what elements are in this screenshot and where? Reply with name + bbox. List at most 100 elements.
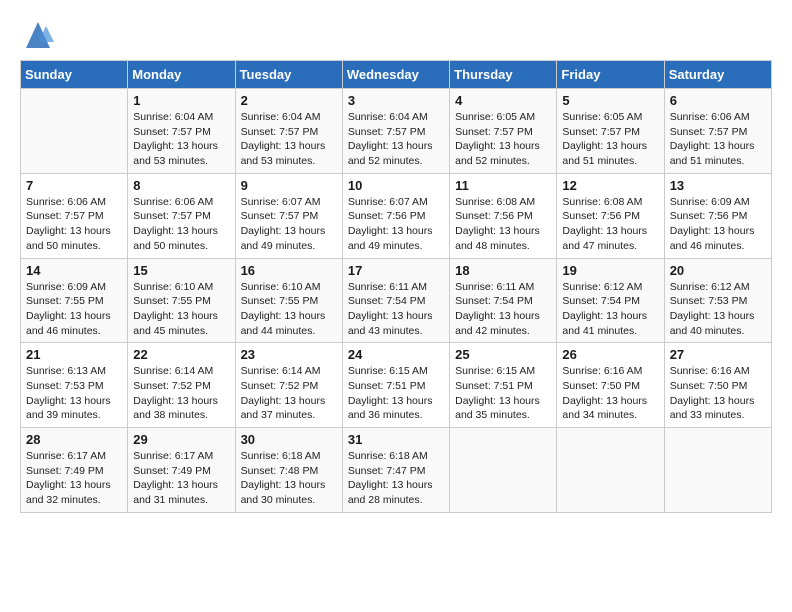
col-header-thursday: Thursday bbox=[450, 61, 557, 89]
day-info: Sunrise: 6:12 AM Sunset: 7:54 PM Dayligh… bbox=[562, 280, 658, 339]
day-number: 7 bbox=[26, 178, 122, 193]
week-row-3: 14 Sunrise: 6:09 AM Sunset: 7:55 PM Dayli… bbox=[21, 258, 772, 343]
day-info: Sunrise: 6:05 AM Sunset: 7:57 PM Dayligh… bbox=[562, 110, 658, 169]
calendar-cell: 13 Sunrise: 6:09 AM Sunset: 7:56 PM Dayli… bbox=[664, 173, 771, 258]
calendar-cell: 26 Sunrise: 6:16 AM Sunset: 7:50 PM Dayli… bbox=[557, 343, 664, 428]
day-number: 9 bbox=[241, 178, 337, 193]
day-info: Sunrise: 6:18 AM Sunset: 7:47 PM Dayligh… bbox=[348, 449, 444, 508]
day-number: 3 bbox=[348, 93, 444, 108]
week-row-5: 28 Sunrise: 6:17 AM Sunset: 7:49 PM Dayli… bbox=[21, 428, 772, 513]
day-number: 23 bbox=[241, 347, 337, 362]
week-row-2: 7 Sunrise: 6:06 AM Sunset: 7:57 PM Daylig… bbox=[21, 173, 772, 258]
calendar-cell: 22Sunrise: 6:14 AM Sunset: 7:52 PM Dayli… bbox=[128, 343, 235, 428]
calendar-cell: 4 Sunrise: 6:05 AM Sunset: 7:57 PM Daylig… bbox=[450, 89, 557, 174]
week-row-1: 1 Sunrise: 6:04 AM Sunset: 7:57 PM Daylig… bbox=[21, 89, 772, 174]
day-number: 28 bbox=[26, 432, 122, 447]
calendar-cell: 21 Sunrise: 6:13 AM Sunset: 7:53 PM Dayli… bbox=[21, 343, 128, 428]
day-number: 8 bbox=[133, 178, 229, 193]
calendar-cell: 19 Sunrise: 6:12 AM Sunset: 7:54 PM Dayli… bbox=[557, 258, 664, 343]
day-info: Sunrise: 6:09 AM Sunset: 7:56 PM Dayligh… bbox=[670, 195, 766, 254]
logo-icon bbox=[20, 20, 56, 50]
calendar-cell: 29 Sunrise: 6:17 AM Sunset: 7:49 PM Dayli… bbox=[128, 428, 235, 513]
calendar-cell bbox=[664, 428, 771, 513]
day-number: 14 bbox=[26, 263, 122, 278]
day-number: 21 bbox=[26, 347, 122, 362]
calendar-cell: 27Sunrise: 6:16 AM Sunset: 7:50 PM Dayli… bbox=[664, 343, 771, 428]
day-number: 25 bbox=[455, 347, 551, 362]
day-number: 10 bbox=[348, 178, 444, 193]
calendar-cell: 16Sunrise: 6:10 AM Sunset: 7:55 PM Dayli… bbox=[235, 258, 342, 343]
page-header bbox=[20, 20, 772, 50]
day-number: 27 bbox=[670, 347, 766, 362]
calendar-cell: 10 Sunrise: 6:07 AM Sunset: 7:56 PM Dayli… bbox=[342, 173, 449, 258]
calendar-cell: 17Sunrise: 6:11 AM Sunset: 7:54 PM Dayli… bbox=[342, 258, 449, 343]
calendar-table: SundayMondayTuesdayWednesdayThursdayFrid… bbox=[20, 60, 772, 513]
calendar-cell: 8 Sunrise: 6:06 AM Sunset: 7:57 PM Daylig… bbox=[128, 173, 235, 258]
calendar-cell: 3 Sunrise: 6:04 AM Sunset: 7:57 PM Daylig… bbox=[342, 89, 449, 174]
col-header-friday: Friday bbox=[557, 61, 664, 89]
day-info: Sunrise: 6:07 AM Sunset: 7:57 PM Dayligh… bbox=[241, 195, 337, 254]
calendar-cell: 11Sunrise: 6:08 AM Sunset: 7:56 PM Dayli… bbox=[450, 173, 557, 258]
day-number: 2 bbox=[241, 93, 337, 108]
day-info: Sunrise: 6:09 AM Sunset: 7:55 PM Dayligh… bbox=[26, 280, 122, 339]
day-info: Sunrise: 6:06 AM Sunset: 7:57 PM Dayligh… bbox=[670, 110, 766, 169]
header-row: SundayMondayTuesdayWednesdayThursdayFrid… bbox=[21, 61, 772, 89]
col-header-monday: Monday bbox=[128, 61, 235, 89]
day-number: 24 bbox=[348, 347, 444, 362]
day-info: Sunrise: 6:04 AM Sunset: 7:57 PM Dayligh… bbox=[348, 110, 444, 169]
day-info: Sunrise: 6:06 AM Sunset: 7:57 PM Dayligh… bbox=[133, 195, 229, 254]
calendar-cell: 30 Sunrise: 6:18 AM Sunset: 7:48 PM Dayli… bbox=[235, 428, 342, 513]
day-info: Sunrise: 6:08 AM Sunset: 7:56 PM Dayligh… bbox=[562, 195, 658, 254]
col-header-wednesday: Wednesday bbox=[342, 61, 449, 89]
day-number: 16 bbox=[241, 263, 337, 278]
day-info: Sunrise: 6:07 AM Sunset: 7:56 PM Dayligh… bbox=[348, 195, 444, 254]
calendar-cell bbox=[557, 428, 664, 513]
day-info: Sunrise: 6:15 AM Sunset: 7:51 PM Dayligh… bbox=[348, 364, 444, 423]
calendar-cell: 1Sunrise: 6:04 AM Sunset: 7:57 PM Daylig… bbox=[128, 89, 235, 174]
col-header-tuesday: Tuesday bbox=[235, 61, 342, 89]
day-number: 6 bbox=[670, 93, 766, 108]
day-info: Sunrise: 6:14 AM Sunset: 7:52 PM Dayligh… bbox=[133, 364, 229, 423]
calendar-cell: 14 Sunrise: 6:09 AM Sunset: 7:55 PM Dayli… bbox=[21, 258, 128, 343]
calendar-cell: 15 Sunrise: 6:10 AM Sunset: 7:55 PM Dayli… bbox=[128, 258, 235, 343]
calendar-cell: 31Sunrise: 6:18 AM Sunset: 7:47 PM Dayli… bbox=[342, 428, 449, 513]
day-info: Sunrise: 6:17 AM Sunset: 7:49 PM Dayligh… bbox=[26, 449, 122, 508]
day-info: Sunrise: 6:06 AM Sunset: 7:57 PM Dayligh… bbox=[26, 195, 122, 254]
day-info: Sunrise: 6:18 AM Sunset: 7:48 PM Dayligh… bbox=[241, 449, 337, 508]
day-number: 30 bbox=[241, 432, 337, 447]
col-header-saturday: Saturday bbox=[664, 61, 771, 89]
logo bbox=[20, 20, 58, 50]
day-number: 26 bbox=[562, 347, 658, 362]
day-number: 5 bbox=[562, 93, 658, 108]
day-info: Sunrise: 6:05 AM Sunset: 7:57 PM Dayligh… bbox=[455, 110, 551, 169]
day-info: Sunrise: 6:14 AM Sunset: 7:52 PM Dayligh… bbox=[241, 364, 337, 423]
day-info: Sunrise: 6:11 AM Sunset: 7:54 PM Dayligh… bbox=[455, 280, 551, 339]
calendar-cell: 23 Sunrise: 6:14 AM Sunset: 7:52 PM Dayli… bbox=[235, 343, 342, 428]
day-number: 18 bbox=[455, 263, 551, 278]
day-number: 12 bbox=[562, 178, 658, 193]
day-number: 1 bbox=[133, 93, 229, 108]
day-number: 15 bbox=[133, 263, 229, 278]
day-number: 13 bbox=[670, 178, 766, 193]
calendar-cell bbox=[21, 89, 128, 174]
day-info: Sunrise: 6:16 AM Sunset: 7:50 PM Dayligh… bbox=[562, 364, 658, 423]
calendar-cell: 2 Sunrise: 6:04 AM Sunset: 7:57 PM Daylig… bbox=[235, 89, 342, 174]
calendar-cell: 20Sunrise: 6:12 AM Sunset: 7:53 PM Dayli… bbox=[664, 258, 771, 343]
calendar-cell: 18 Sunrise: 6:11 AM Sunset: 7:54 PM Dayli… bbox=[450, 258, 557, 343]
day-info: Sunrise: 6:17 AM Sunset: 7:49 PM Dayligh… bbox=[133, 449, 229, 508]
col-header-sunday: Sunday bbox=[21, 61, 128, 89]
day-info: Sunrise: 6:13 AM Sunset: 7:53 PM Dayligh… bbox=[26, 364, 122, 423]
calendar-cell: 5 Sunrise: 6:05 AM Sunset: 7:57 PM Daylig… bbox=[557, 89, 664, 174]
day-info: Sunrise: 6:15 AM Sunset: 7:51 PM Dayligh… bbox=[455, 364, 551, 423]
day-number: 11 bbox=[455, 178, 551, 193]
calendar-cell: 7 Sunrise: 6:06 AM Sunset: 7:57 PM Daylig… bbox=[21, 173, 128, 258]
day-number: 29 bbox=[133, 432, 229, 447]
week-row-4: 21 Sunrise: 6:13 AM Sunset: 7:53 PM Dayli… bbox=[21, 343, 772, 428]
day-number: 4 bbox=[455, 93, 551, 108]
day-number: 20 bbox=[670, 263, 766, 278]
day-info: Sunrise: 6:04 AM Sunset: 7:57 PM Dayligh… bbox=[241, 110, 337, 169]
calendar-cell: 6 Sunrise: 6:06 AM Sunset: 7:57 PM Daylig… bbox=[664, 89, 771, 174]
day-number: 19 bbox=[562, 263, 658, 278]
calendar-cell bbox=[450, 428, 557, 513]
day-info: Sunrise: 6:10 AM Sunset: 7:55 PM Dayligh… bbox=[133, 280, 229, 339]
